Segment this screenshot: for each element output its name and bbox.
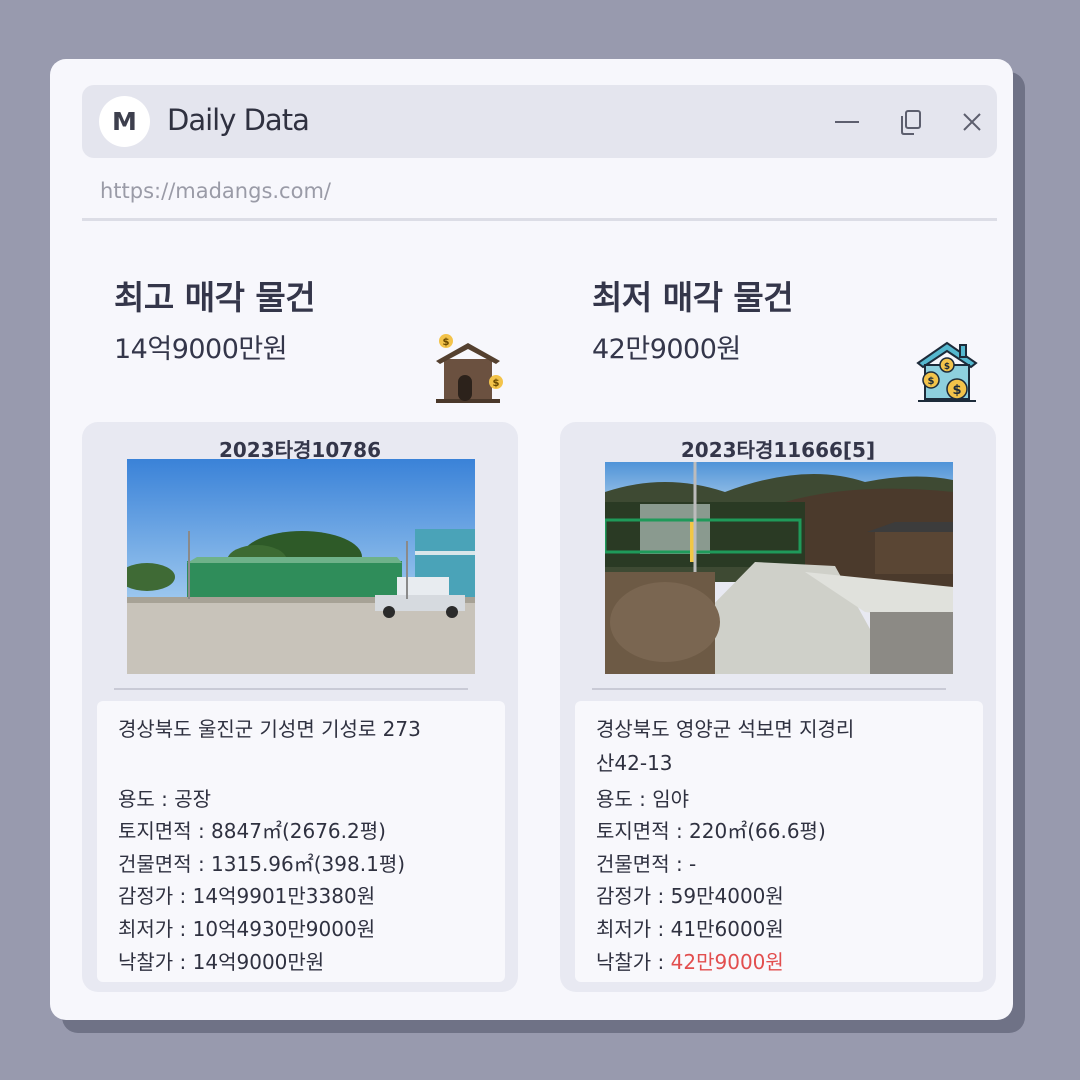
card-divider bbox=[114, 688, 468, 690]
app-logo: M bbox=[99, 96, 150, 147]
highest-price: 14억9000만원 bbox=[114, 334, 288, 365]
lowest-price: 42만9000원 bbox=[592, 334, 741, 365]
svg-text:$: $ bbox=[944, 362, 950, 372]
winning-bid-label: 낙찰가 : bbox=[596, 950, 671, 974]
property-photo bbox=[605, 462, 953, 674]
url-text[interactable]: https://madangs.com/ bbox=[100, 179, 331, 203]
usage-text: 용도 : 공장 bbox=[118, 787, 212, 811]
house-money-icon: $ $ bbox=[432, 331, 504, 409]
winning-bid-label: 낙찰가 : bbox=[118, 950, 193, 974]
winning-bid-text: 낙찰가 : 42만9000원 bbox=[596, 946, 784, 975]
address-line-2: 산42-13 bbox=[596, 751, 673, 775]
winning-bid-text: 낙찰가 : 14억9000만원 bbox=[118, 946, 324, 975]
lowest-card[interactable]: 2023타경11666[5] 경상북도 영양군 석보면 지경리 산42-13 용… bbox=[560, 422, 996, 992]
building-area-text: 건물면적 : - bbox=[596, 852, 697, 876]
appraisal-text: 감정가 : 59만4000원 bbox=[596, 884, 784, 908]
minimize-icon bbox=[835, 121, 859, 123]
house-coins-icon: $ $ $ bbox=[916, 339, 978, 407]
highest-heading: 최고 매각 물건 bbox=[114, 278, 316, 317]
winning-bid-value: 14억9000만원 bbox=[192, 950, 325, 974]
usage-text: 용도 : 임야 bbox=[596, 787, 690, 811]
app-window: M Daily Data https://madangs.com/ 최고 매각 … bbox=[50, 59, 1013, 1020]
minimum-price-text: 최저가 : 41만6000원 bbox=[596, 917, 784, 941]
lowest-heading: 최저 매각 물건 bbox=[592, 278, 794, 317]
address-line-1: 경상북도 영양군 석보면 지경리 bbox=[596, 717, 855, 741]
property-photo bbox=[127, 459, 475, 674]
svg-text:$: $ bbox=[928, 376, 935, 387]
land-area-text: 토지면적 : 8847㎡(2676.2평) bbox=[118, 819, 386, 843]
divider bbox=[82, 218, 997, 221]
svg-text:$: $ bbox=[493, 378, 500, 389]
close-icon bbox=[963, 113, 981, 131]
winning-bid-value: 42만9000원 bbox=[670, 950, 784, 974]
close-button[interactable] bbox=[957, 107, 987, 137]
address-line-1: 경상북도 울진군 기성면 기성로 273 bbox=[118, 717, 421, 741]
case-number: 2023타경11666[5] bbox=[680, 438, 876, 462]
highest-card[interactable]: 2023타경10786 경상북도 울진군 기성면 기성로 273 용도: 공장… bbox=[82, 422, 518, 992]
card-divider bbox=[592, 688, 946, 690]
copy-button[interactable] bbox=[896, 107, 926, 137]
property-info: 경상북도 울진군 기성면 기성로 273 용도 : 공장 토지면적 : 8847… bbox=[97, 701, 505, 982]
building-area-text: 건물면적 : 1315.96㎡(398.1평) bbox=[118, 852, 406, 876]
appraisal-text: 감정가 : 14억9901만3380원 bbox=[118, 884, 376, 908]
svg-text:$: $ bbox=[952, 383, 961, 398]
minimum-price-text: 최저가 : 10억4930만9000원 bbox=[118, 917, 376, 941]
title-bar: M Daily Data bbox=[82, 85, 997, 158]
copy-icon bbox=[901, 110, 921, 135]
svg-text:$: $ bbox=[443, 337, 450, 348]
app-title: Daily Data bbox=[167, 103, 310, 137]
property-info: 경상북도 영양군 석보면 지경리 산42-13 용도 : 임야 토지면적 : 2… bbox=[575, 701, 983, 982]
land-area-text: 토지면적 : 220㎡(66.6평) bbox=[596, 819, 826, 843]
minimize-button[interactable] bbox=[832, 107, 862, 137]
